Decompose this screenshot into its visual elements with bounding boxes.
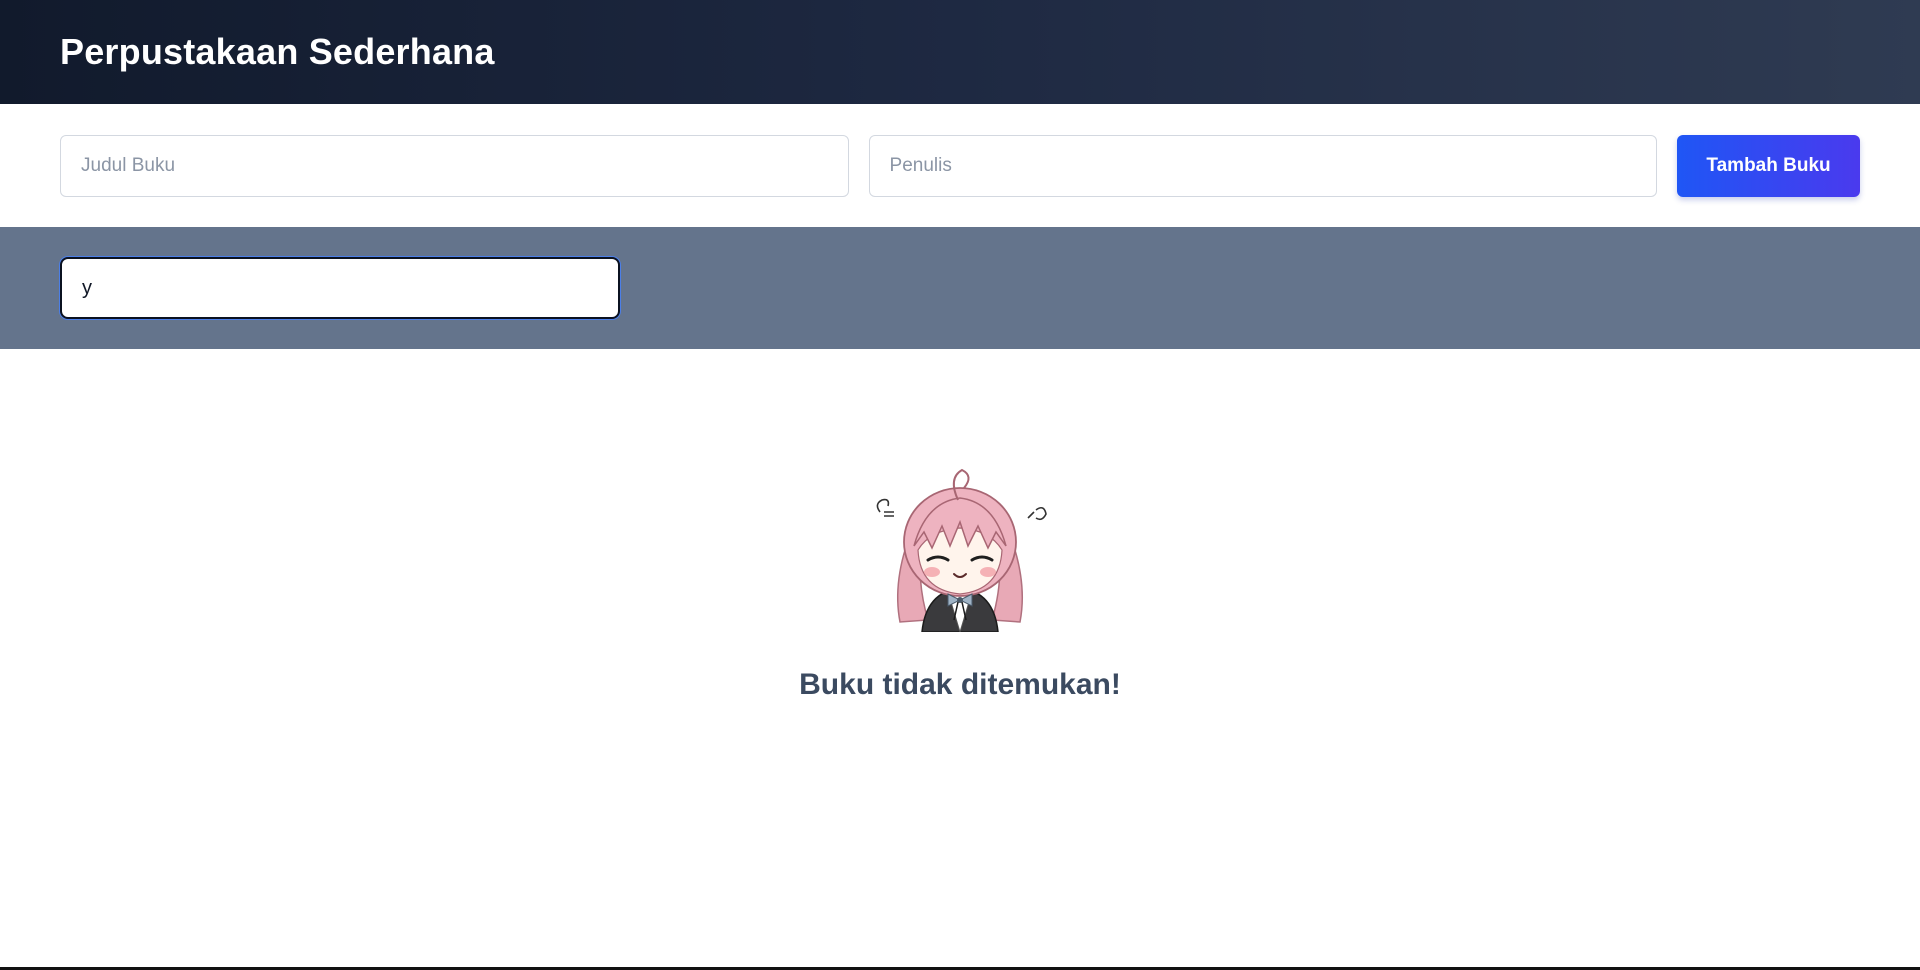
search-bar bbox=[0, 227, 1920, 349]
chibi-girl-illustration bbox=[876, 468, 1047, 632]
search-input[interactable] bbox=[60, 257, 620, 319]
book-author-input[interactable] bbox=[868, 134, 1658, 197]
empty-state: Buku tidak ditemukan! bbox=[0, 460, 1920, 702]
empty-message: Buku tidak ditemukan! bbox=[799, 668, 1121, 701]
add-book-form: Tambah Buku bbox=[0, 104, 1920, 227]
book-title-input[interactable] bbox=[60, 134, 849, 197]
app-header: Perpustakaan Sederhana bbox=[0, 0, 1920, 104]
add-book-button[interactable]: Tambah Buku bbox=[1677, 134, 1860, 197]
app-title: Perpustakaan Sederhana bbox=[60, 31, 495, 72]
